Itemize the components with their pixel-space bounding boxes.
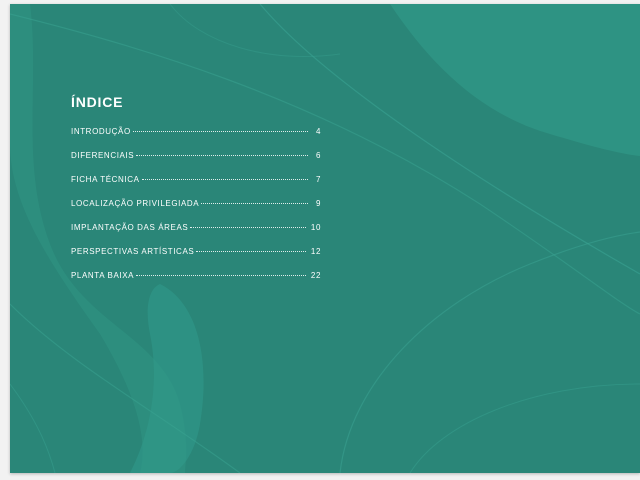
toc-entry-implantacao[interactable]: IMPLANTAÇÃO DAS ÁREAS 10: [71, 223, 321, 247]
toc-entry-page: 10: [310, 223, 321, 232]
toc-entry-page: 4: [315, 127, 321, 136]
table-of-contents: INTRODUÇÃO 4 DIFERENCIAIS 6 FICHA TÉCNIC…: [71, 127, 321, 295]
toc-dot-leader: [141, 179, 308, 180]
toc-dot-leader: [201, 203, 308, 204]
index-title: ÍNDICE: [71, 94, 124, 110]
toc-dot-leader: [196, 251, 306, 252]
toc-dot-leader: [190, 227, 306, 228]
viewer-frame: ÍNDICE INTRODUÇÃO 4 DIFERENCIAIS 6 FICHA…: [0, 0, 640, 480]
toc-entry-page: 7: [315, 175, 321, 184]
toc-entry-label: IMPLANTAÇÃO DAS ÁREAS: [71, 223, 189, 232]
toc-entry-page: 9: [315, 199, 321, 208]
toc-dot-leader: [136, 275, 306, 276]
toc-entry-ficha-tecnica[interactable]: FICHA TÉCNICA 7: [71, 175, 321, 199]
toc-entry-label: PLANTA BAIXA: [71, 271, 135, 280]
toc-entry-label: LOCALIZAÇÃO PRIVILEGIADA: [71, 199, 200, 208]
toc-entry-page: 6: [315, 151, 321, 160]
toc-entry-label: PERSPECTIVAS ARTÍSTICAS: [71, 247, 195, 256]
toc-dot-leader: [136, 155, 308, 156]
toc-dot-leader: [132, 131, 308, 132]
toc-entry-label: FICHA TÉCNICA: [71, 175, 140, 184]
toc-entry-planta-baixa[interactable]: PLANTA BAIXA 22: [71, 271, 321, 295]
toc-entry-label: INTRODUÇÃO: [71, 127, 131, 136]
toc-entry-page: 22: [310, 271, 321, 280]
toc-entry-introducao[interactable]: INTRODUÇÃO 4: [71, 127, 321, 151]
document-page: ÍNDICE INTRODUÇÃO 4 DIFERENCIAIS 6 FICHA…: [10, 4, 640, 473]
toc-entry-localizacao[interactable]: LOCALIZAÇÃO PRIVILEGIADA 9: [71, 199, 321, 223]
toc-entry-perspectivas[interactable]: PERSPECTIVAS ARTÍSTICAS 12: [71, 247, 321, 271]
toc-entry-diferenciais[interactable]: DIFERENCIAIS 6: [71, 151, 321, 175]
toc-entry-page: 12: [310, 247, 321, 256]
toc-entry-label: DIFERENCIAIS: [71, 151, 135, 160]
